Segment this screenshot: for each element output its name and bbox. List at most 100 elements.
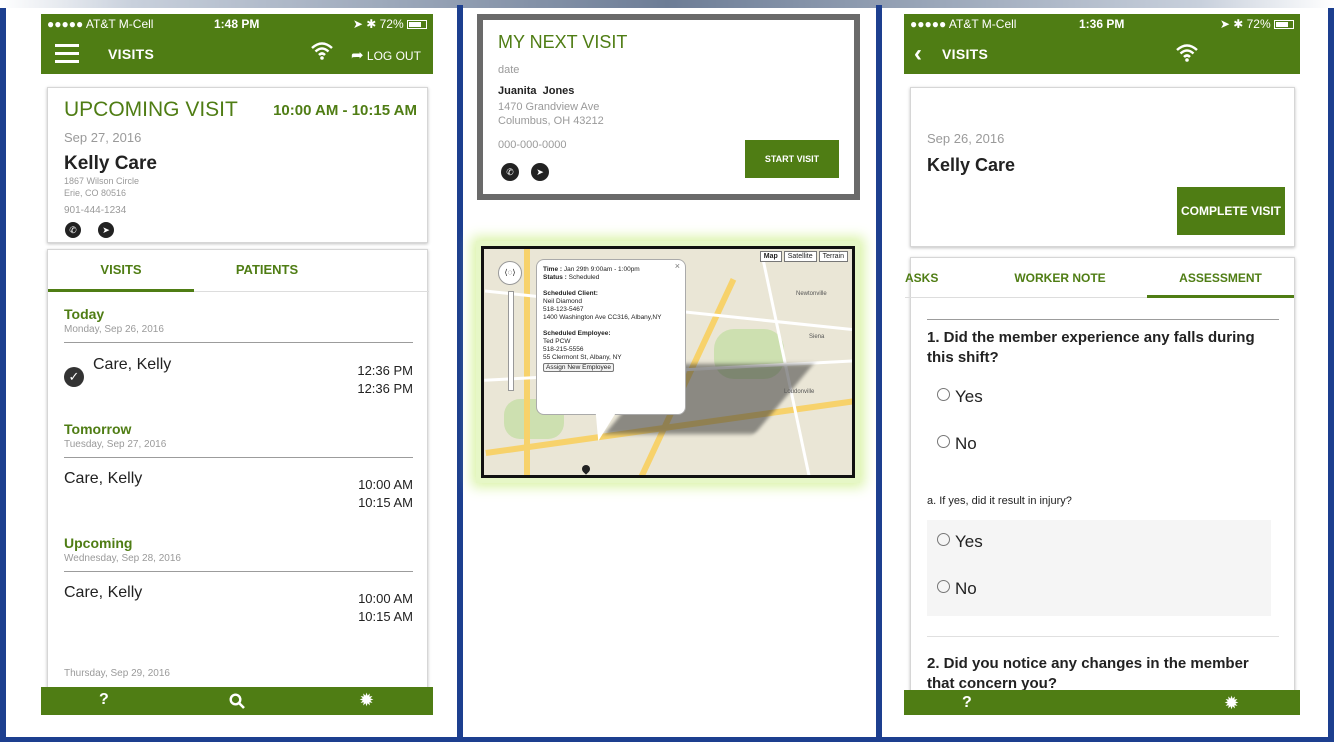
gear-icon[interactable]: ✹ xyxy=(1224,693,1239,714)
next-visit-client-name: Juanita Jones xyxy=(498,85,575,97)
navigation-icon[interactable]: ➤ xyxy=(98,222,114,238)
map-place-label: Loudonville xyxy=(784,389,815,395)
list-item-times: 10:00 AM 10:15 AM xyxy=(323,590,413,626)
upcoming-heading: UPCOMING VISIT xyxy=(64,98,238,121)
list-item-end: 10:15 AM xyxy=(358,609,413,624)
popup-employee-address: 55 Clermont St, Albany, NY xyxy=(543,354,622,361)
question-rule xyxy=(927,319,1279,320)
visit-client-name: Kelly Care xyxy=(927,155,1016,175)
help-button[interactable]: ? xyxy=(99,691,109,709)
map-pan-control[interactable]: ⟨◌⟩ xyxy=(498,261,522,285)
map-type-map[interactable]: Map xyxy=(759,251,782,262)
wifi-icon xyxy=(1176,44,1198,67)
visit-date: Sep 26, 2016 xyxy=(927,131,1005,146)
question-rule xyxy=(927,636,1279,637)
tab-patients[interactable]: PATIENTS xyxy=(194,250,340,292)
next-visit-date: date xyxy=(498,64,520,76)
list-item-name[interactable]: Care, Kelly xyxy=(64,584,142,602)
carrier-label: ●●●●● AT&T M-Cell xyxy=(910,17,1017,31)
start-visit-button[interactable]: START VISIT xyxy=(745,140,839,178)
popup-close-button[interactable]: × xyxy=(675,262,680,271)
section-rule xyxy=(64,571,413,572)
map-pin-icon xyxy=(580,463,592,475)
q1-option-yes[interactable]: Yes xyxy=(937,387,983,407)
nav-title: VISITS xyxy=(108,46,155,62)
list-item-name[interactable]: Care, Kelly xyxy=(64,470,142,488)
list-item-times: 12:36 PM 12:36 PM xyxy=(323,362,413,398)
client-phone: 901-444-1234 xyxy=(64,205,127,216)
tab-tasks-label: ASKS xyxy=(905,271,939,285)
logout-button[interactable]: ➦ LOG OUT xyxy=(351,46,421,64)
tab-assessment-label: ASSESSMENT xyxy=(1179,271,1262,285)
q1-yes-label: Yes xyxy=(955,387,983,406)
navigation-icon[interactable]: ➤ xyxy=(531,163,549,181)
map-zoom-slider[interactable] xyxy=(508,291,514,391)
map-type-terrain[interactable]: Terrain xyxy=(818,251,848,262)
panel-divider-right xyxy=(876,5,882,737)
radio-button[interactable] xyxy=(937,435,950,448)
complete-visit-label: COMPLETE VISIT xyxy=(1180,204,1281,218)
section-date-today: Monday, Sep 26, 2016 xyxy=(64,324,164,335)
popup-employee-name: Ted PCW xyxy=(543,338,571,345)
list-item-start: 10:00 AM xyxy=(358,591,413,606)
assign-employee-button[interactable]: Assign New Employee xyxy=(543,363,615,372)
phone-icon[interactable]: ✆ xyxy=(501,163,519,181)
tab-visits[interactable]: VISITS xyxy=(48,250,194,292)
gear-icon[interactable]: ✹ xyxy=(359,690,374,711)
tab-patients-label: PATIENTS xyxy=(235,262,299,277)
phone-icon[interactable]: ✆ xyxy=(65,222,81,238)
clock: 1:48 PM xyxy=(214,17,260,31)
assessment-card: ASKS WORKER NOTE ASSESSMENT 1. Did the m… xyxy=(905,257,1295,697)
visit-detail-card: Sep 26, 2016 Kelly Care COMPLETE VISIT xyxy=(910,87,1295,247)
help-button[interactable]: ? xyxy=(962,694,972,712)
hamburger-icon[interactable] xyxy=(55,44,79,63)
map-view[interactable]: Map Satellite Terrain ⟨◌⟩ Newtonville Si… xyxy=(481,246,855,478)
checkmark-icon: ✓ xyxy=(64,367,84,387)
tab-worker-note[interactable]: WORKER NOTE xyxy=(973,258,1147,298)
question-2: 2. Did you notice any changes in the mem… xyxy=(927,655,1249,692)
upcoming-time-range: 10:00 AM - 10:15 AM xyxy=(273,102,417,119)
question-1a: a. If yes, did it result in injury? xyxy=(927,495,1072,507)
search-icon[interactable] xyxy=(229,693,245,714)
popup-employee-label: Scheduled Employee: xyxy=(543,330,611,337)
complete-visit-button[interactable]: COMPLETE VISIT xyxy=(1177,187,1285,235)
popup-status-label: Status : xyxy=(543,274,567,281)
clock: 1:36 PM xyxy=(1079,17,1125,31)
popup-client-name: Neil Diamond xyxy=(543,298,583,305)
q1-option-no[interactable]: No xyxy=(937,434,977,454)
map-type-satellite[interactable]: Satellite xyxy=(783,251,817,262)
q1a-no-label: No xyxy=(955,579,977,598)
radio-button[interactable] xyxy=(937,388,950,401)
top-edge xyxy=(0,0,1334,8)
q1a-option-no[interactable]: No xyxy=(937,579,977,599)
popup-client-phone: 518-123-5467 xyxy=(543,306,584,313)
bottom-toolbar: ? ✹ xyxy=(41,687,433,715)
tab-assessment[interactable]: ASSESSMENT xyxy=(1147,258,1294,298)
section-title-upcoming: Upcoming xyxy=(64,535,133,551)
q1a-option-yes[interactable]: Yes xyxy=(937,532,983,552)
popup-status: Scheduled xyxy=(568,274,600,281)
q1-no-label: No xyxy=(955,434,977,453)
section-title-tomorrow: Tomorrow xyxy=(64,421,132,437)
client-address-line2: Erie, CO 80516 xyxy=(64,188,127,198)
next-visit-heading: MY NEXT VISIT xyxy=(498,32,628,52)
tab-tasks[interactable]: ASKS xyxy=(905,258,973,298)
upcoming-date: Sep 27, 2016 xyxy=(64,130,142,145)
nav-title: VISITS xyxy=(942,46,989,62)
question-1: 1. Did the member experience any falls d… xyxy=(927,329,1255,366)
next-visit-address2: Columbus, OH 43212 xyxy=(498,115,604,127)
nav-bar: VISITS ➦ LOG OUT xyxy=(41,34,433,74)
status-bar: ●●●●● AT&T M-Cell 1:48 PM ➤ ✱ 72% xyxy=(41,14,433,34)
visits-list-card: VISITS PATIENTS Today Monday, Sep 26, 20… xyxy=(47,249,429,715)
client-address-line1: 1867 Wilson Circle xyxy=(64,176,140,186)
next-visit-phone: 000-000-0000 xyxy=(498,139,567,151)
map-screenshot: Map Satellite Terrain ⟨◌⟩ Newtonville Si… xyxy=(476,241,860,483)
radio-button[interactable] xyxy=(937,533,950,546)
list-item-name[interactable]: Care, Kelly xyxy=(93,356,171,374)
back-arrow-icon: ➦ xyxy=(351,47,364,64)
upcoming-visit-card[interactable]: UPCOMING VISIT 10:00 AM - 10:15 AM Sep 2… xyxy=(47,87,428,243)
popup-time: Jan 29th 9:00am - 1:00pm xyxy=(563,266,640,273)
tab-worker-note-label: WORKER NOTE xyxy=(1014,271,1106,285)
back-chevron-icon[interactable]: ‹ xyxy=(914,40,922,68)
radio-button[interactable] xyxy=(937,580,950,593)
